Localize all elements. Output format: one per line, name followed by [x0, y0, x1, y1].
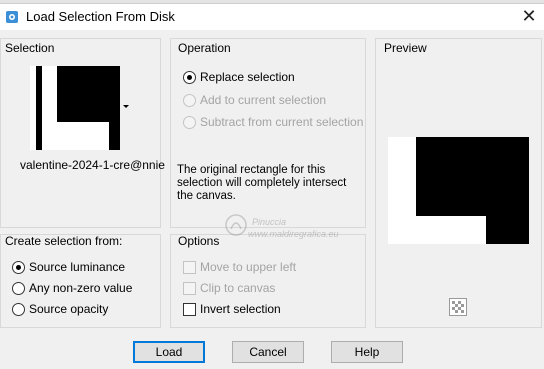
create-from-heading: Create selection from: — [5, 234, 123, 248]
selection-thumbnail — [30, 66, 120, 150]
subtract-from-selection-label: Subtract from current selection — [200, 115, 364, 129]
operation-message: The original rectangle for this selectio… — [177, 164, 347, 202]
operation-heading: Operation — [178, 41, 231, 55]
move-to-upper-left-checkbox — [183, 261, 196, 274]
add-to-selection-radio — [183, 94, 196, 107]
close-button[interactable]: ✕ — [514, 4, 544, 30]
selection-file-name: valentine-2024-1-cre@nnie — [20, 158, 165, 172]
any-non-zero-value-radio[interactable] — [12, 282, 25, 295]
options-heading: Options — [178, 234, 220, 248]
replace-selection-radio[interactable] — [183, 71, 196, 84]
add-to-selection-label: Add to current selection — [200, 93, 327, 107]
cancel-button[interactable]: Cancel — [232, 341, 304, 363]
source-opacity-label[interactable]: Source opacity — [29, 302, 108, 316]
window-title: Load Selection From Disk — [26, 9, 175, 24]
clip-to-canvas-checkbox — [183, 282, 196, 295]
chevron-down-icon[interactable] — [122, 104, 130, 110]
source-luminance-radio[interactable] — [12, 261, 25, 274]
preview-canvas — [388, 137, 529, 244]
move-to-upper-left-label: Move to upper left — [200, 260, 297, 274]
invert-selection-label[interactable]: Invert selection — [200, 302, 281, 316]
preview-heading: Preview — [384, 41, 427, 55]
transparency-toggle-icon[interactable] — [449, 298, 467, 316]
selection-heading: Selection — [5, 41, 55, 55]
app-icon — [6, 11, 18, 23]
title-bar: Load Selection From Disk ✕ — [0, 4, 544, 30]
load-button[interactable]: Load — [133, 341, 205, 363]
any-non-zero-value-label[interactable]: Any non-zero value — [29, 281, 132, 295]
help-button[interactable]: Help — [331, 341, 403, 363]
source-opacity-radio[interactable] — [12, 303, 25, 316]
clip-to-canvas-label: Clip to canvas — [200, 281, 276, 295]
source-luminance-label[interactable]: Source luminance — [29, 260, 125, 274]
subtract-from-selection-radio — [183, 116, 196, 129]
selection-thumbnail-dropdown[interactable] — [30, 66, 130, 152]
replace-selection-label[interactable]: Replace selection — [200, 70, 295, 84]
invert-selection-checkbox[interactable] — [183, 303, 196, 316]
